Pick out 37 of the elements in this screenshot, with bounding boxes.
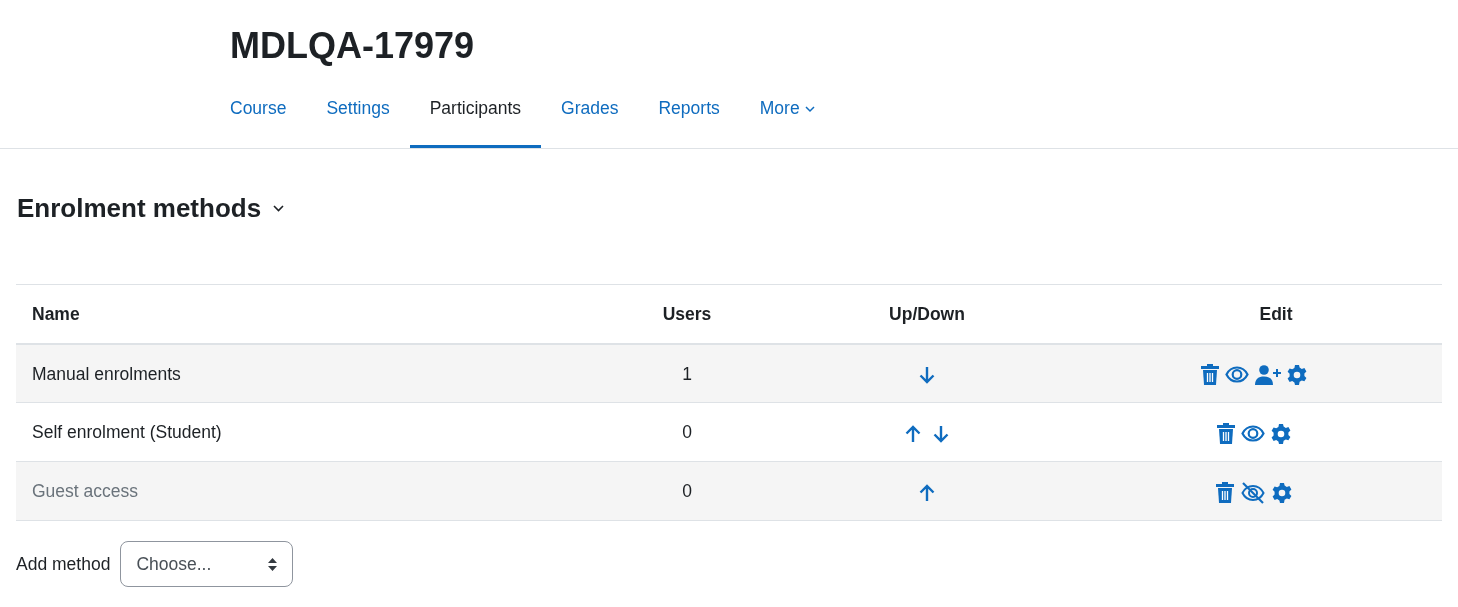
nav-tab[interactable]: Grades [541, 95, 639, 149]
add-method-label: Add method [16, 553, 111, 577]
table-cell: 0 [630, 402, 744, 462]
settings-icon[interactable] [1287, 364, 1307, 385]
nav-tab[interactable]: More [739, 95, 835, 149]
nav-tab[interactable]: Settings [306, 95, 410, 149]
arrow-up-icon[interactable] [919, 483, 935, 502]
column-header: Up/Down [744, 284, 1110, 344]
method-select[interactable]: Choose... [120, 541, 294, 588]
table-cell: Self enrolment (Student) [16, 402, 630, 462]
table-cell: Guest access [16, 461, 630, 521]
column-header: Users [630, 284, 744, 344]
eye-icon[interactable] [1241, 425, 1265, 443]
chevron-down-icon [804, 106, 815, 114]
eye-slash-icon[interactable] [1240, 481, 1266, 504]
delete-icon[interactable] [1216, 482, 1234, 504]
arrow-up-icon[interactable] [905, 424, 921, 443]
delete-icon[interactable] [1217, 423, 1235, 445]
table-cell: Manual enrolments [16, 343, 630, 403]
page-heading: Enrolment methods [17, 192, 262, 226]
arrow-down-icon[interactable] [933, 424, 949, 443]
column-header: Name [16, 284, 630, 344]
course-title: MDLQA-17979 [230, 24, 476, 68]
user-plus-icon[interactable] [1255, 364, 1281, 385]
arrow-down-icon[interactable] [919, 365, 935, 384]
sort-arrows-icon [268, 557, 278, 571]
table-cell: 1 [630, 343, 744, 403]
column-header: Edit [1110, 284, 1442, 344]
settings-icon[interactable] [1272, 482, 1292, 503]
eye-icon[interactable] [1225, 366, 1249, 384]
table-cell: 0 [630, 461, 744, 521]
chevron-down-icon[interactable] [273, 205, 285, 213]
settings-icon[interactable] [1271, 423, 1291, 444]
nav-tab[interactable]: Participants [409, 95, 542, 149]
nav-tab[interactable]: Course [230, 95, 307, 149]
delete-icon[interactable] [1201, 364, 1219, 386]
nav-tab[interactable]: Reports [638, 95, 740, 149]
